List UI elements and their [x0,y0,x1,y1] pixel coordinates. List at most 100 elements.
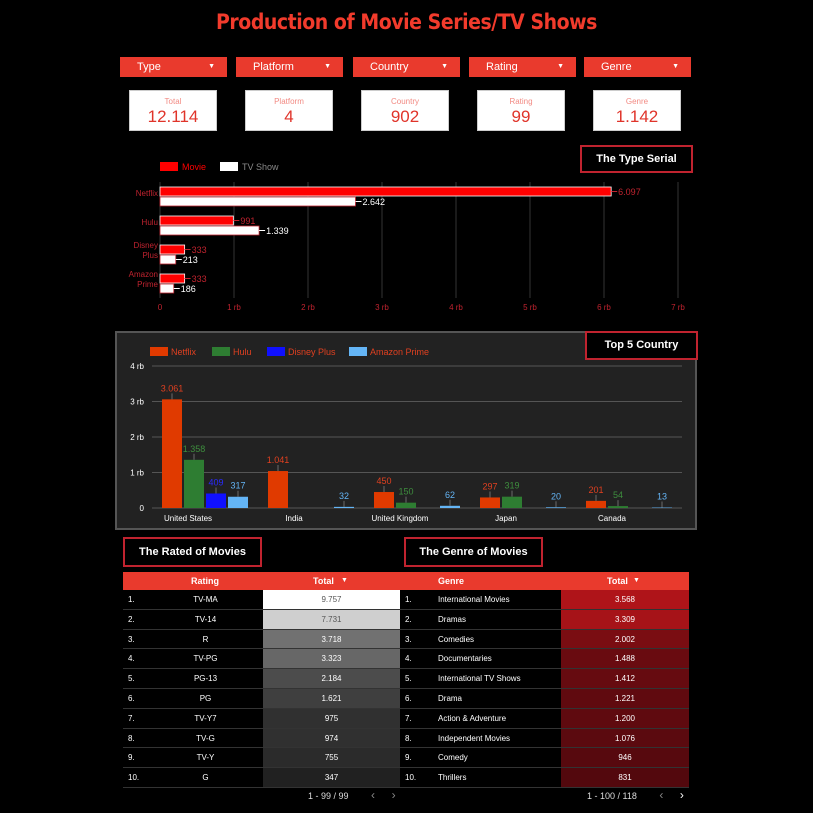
total-cell: 974 [324,733,339,743]
dropdown-caret-icon: ▼ [557,63,564,70]
header-total[interactable]: Total [607,572,628,590]
data-label: 333 [192,245,207,255]
header-total[interactable]: Total [313,572,334,590]
total-cell: 3.568 [614,595,636,604]
legend-swatch [212,347,230,356]
bar[interactable] [480,497,500,508]
sort-desc-icon[interactable]: ▼ [633,572,640,590]
bar[interactable] [440,505,460,508]
pager-text: 1 - 99 / 99 [308,791,349,801]
bar[interactable] [184,459,204,508]
bar-tvshow[interactable] [159,254,177,265]
genre-table: Genre Total ▼ 1. International Movies 3.56… [400,572,689,788]
rated-pager: 1 - 99 / 99 ‹ › [308,788,396,802]
table-row[interactable]: 7. TV-Y7 975 [123,708,400,729]
filter-genre[interactable]: Genre ▼ [584,57,691,77]
row-number: 7. [405,713,412,723]
category-label: United States [164,514,212,523]
row-number: 2. [405,614,412,624]
data-label: 3.061 [161,383,184,393]
data-label: 20 [551,491,561,501]
bar[interactable] [396,502,416,508]
category-label: Amazon [129,270,158,279]
table-row[interactable]: 9. Comedy 946 [400,748,689,769]
y-tick-label: 1 rb [130,469,144,478]
filter-type[interactable]: Type ▼ [120,57,227,77]
bar-tvshow[interactable] [159,283,175,294]
table-row[interactable]: 8. TV-G 974 [123,728,400,749]
bar[interactable] [206,493,226,508]
table-row[interactable]: 2. TV-14 7.731 [123,609,400,630]
kpi-genre: Genre 1.142 [593,90,681,131]
bar[interactable] [374,492,394,508]
legend-label: TV Show [242,162,279,172]
category-label: India [285,514,303,523]
data-label: 333 [192,274,207,284]
sort-desc-icon[interactable]: ▼ [341,572,348,590]
bar[interactable] [162,399,182,508]
table-row[interactable]: 5. PG-13 2.184 [123,669,400,689]
bar[interactable] [586,500,606,508]
chevron-right-icon[interactable]: › [680,788,684,802]
dropdown-caret-icon: ▼ [441,63,448,70]
filter-rating[interactable]: Rating ▼ [469,57,576,77]
table-row[interactable]: 5. International TV Shows 1.412 [400,669,689,689]
chevron-right-icon[interactable]: › [392,788,396,802]
total-cell: 1.076 [614,733,636,743]
rating-cell: TV-MA [193,595,218,604]
table-row[interactable]: 10. G 347 [123,768,400,788]
bar-tvshow[interactable] [159,196,356,207]
total-cell: 7.731 [321,614,342,624]
table-row[interactable]: 1. International Movies 3.568 [400,590,689,610]
legend-label: Disney Plus [288,347,336,357]
kpi-rating: Rating 99 [477,90,565,131]
table-row[interactable]: 7. Action & Adventure 1.200 [400,708,689,729]
rating-cell: G [202,773,209,783]
header-genre[interactable]: Genre [438,572,464,590]
table-row[interactable]: 1. TV-MA 9.757 [123,590,400,610]
filter-country[interactable]: Country ▼ [353,57,460,77]
table-row[interactable]: 6. PG 1.621 [123,688,400,709]
y-tick-label: 2 rb [130,433,144,442]
table-row[interactable]: 3. Comedies 2.002 [400,629,689,650]
table-row[interactable]: 4. TV-PG 3.323 [123,649,400,670]
filter-label: Genre [601,61,632,73]
bar-tvshow[interactable] [159,225,260,236]
bar[interactable] [228,496,248,508]
table-row[interactable]: 3. R 3.718 [123,629,400,650]
table-row[interactable]: 6. Drama 1.221 [400,688,689,709]
rated-table: Rating Total ▼ 1. TV-MA 9.757 2. TV-14 7.731 3… [123,572,400,788]
table-row[interactable]: 2. Dramas 3.309 [400,609,689,630]
row-number: 1. [405,595,412,604]
bar-movie[interactable] [159,186,612,197]
genre-cell: Comedy [438,753,468,763]
table-row[interactable]: 10. Thrillers 831 [400,768,689,788]
bar[interactable] [608,506,628,508]
legend-label: Movie [182,162,206,172]
chevron-left-icon[interactable]: ‹ [371,788,375,802]
row-number: 8. [405,733,412,743]
total-cell: 1.412 [614,674,636,684]
rating-cell: PG-13 [193,674,218,684]
filter-platform[interactable]: Platform ▼ [236,57,343,77]
bar[interactable] [502,496,522,508]
top5-country-chart: Netflix Hulu Disney Plus Amazon Prime 0 1 rb 2… [130,347,682,523]
data-label: 201 [588,485,603,495]
table-row[interactable]: 9. TV-Y 755 [123,748,400,769]
table-header: Rating Total ▼ [123,572,400,590]
bar-movie[interactable] [159,244,186,255]
bar[interactable] [334,506,354,508]
data-label: 62 [445,490,455,500]
bar-movie[interactable] [159,273,186,284]
kpi-label: Total [164,97,182,106]
category-label: Netflix [136,189,158,198]
table-row[interactable]: 4. Documentaries 1.488 [400,649,689,670]
bar[interactable] [546,507,566,508]
data-label: 297 [482,481,497,491]
header-rating[interactable]: Rating [191,572,219,590]
bar[interactable] [268,471,288,508]
page-title: Production of Movie Series/TV Shows [216,10,597,34]
table-row[interactable]: 8. Independent Movies 1.076 [400,728,689,749]
bar-movie[interactable] [159,215,234,226]
chevron-left-icon[interactable]: ‹ [659,788,663,802]
